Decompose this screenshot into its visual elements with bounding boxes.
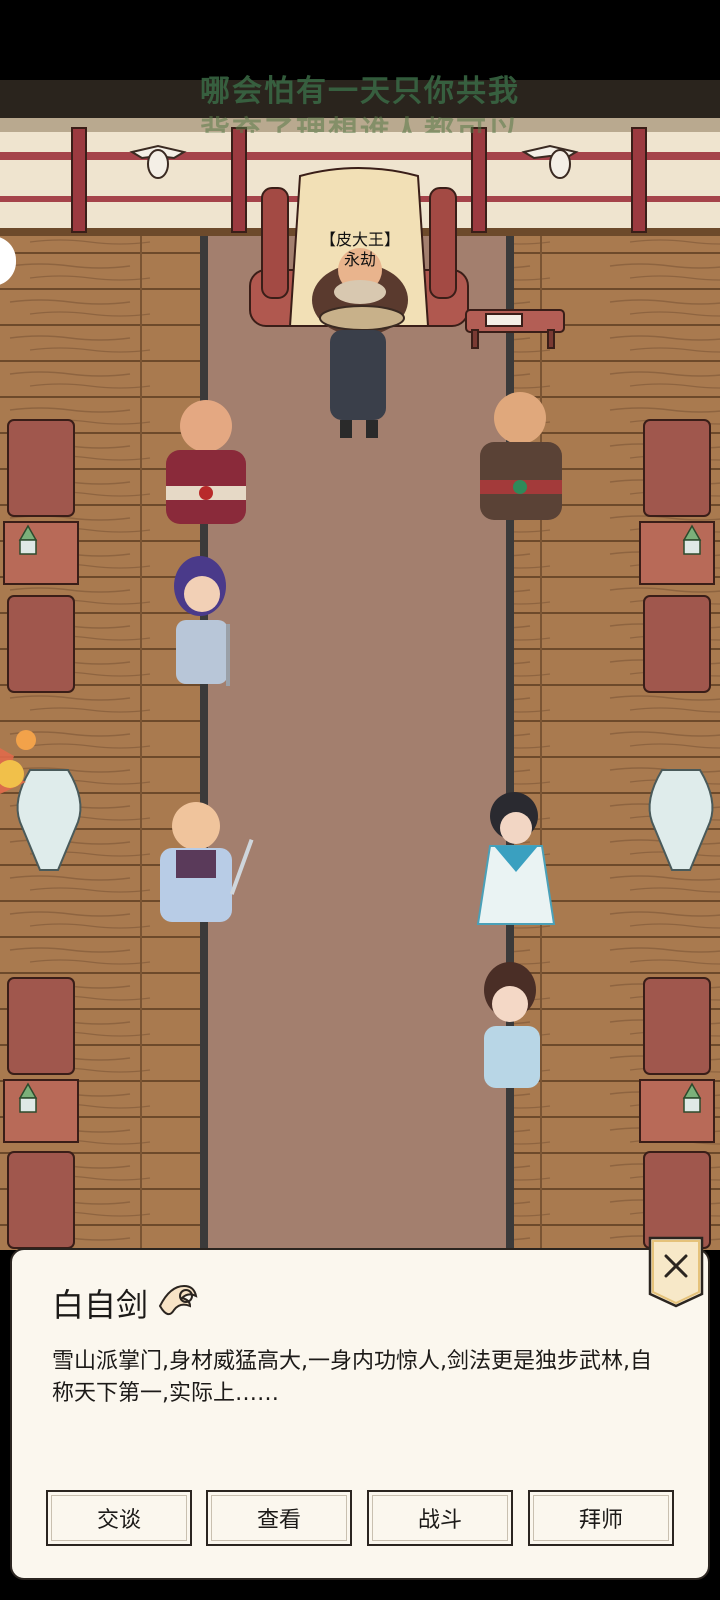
lyric-line-2: 背弃了理想谁人都可以 — [200, 115, 520, 133]
npc-dialog-panel: 白自剑 雪山派掌门,身材威猛高大,一身内功惊人,剑法更是独步武林,自称天下第一,… — [10, 1248, 710, 1580]
npc-name: 白自剑 — [52, 1286, 149, 1324]
talk-button[interactable]: 交谈 — [46, 1490, 192, 1546]
boss-name-tag[interactable]: 【皮大王】 永劫 — [300, 230, 420, 270]
view-button[interactable]: 查看 — [206, 1490, 352, 1546]
npc-description: 雪山派掌门,身材威猛高大,一身内功惊人,剑法更是独步武林,自称天下第一,实际上…… — [52, 1349, 652, 1406]
boss-title: 【皮大王】 — [319, 230, 400, 249]
character-purple-swordsman — [174, 556, 230, 686]
floating-orb-icon[interactable] — [0, 728, 44, 796]
ok-hand-icon — [158, 1284, 198, 1316]
lyric-line-1: 哪会怕有一天只你共我 — [200, 74, 520, 109]
close-button[interactable] — [648, 1236, 704, 1308]
fight-button[interactable]: 战斗 — [367, 1490, 513, 1546]
apprentice-button[interactable]: 拜师 — [528, 1490, 674, 1546]
boss-name: 永劫 — [343, 250, 376, 269]
